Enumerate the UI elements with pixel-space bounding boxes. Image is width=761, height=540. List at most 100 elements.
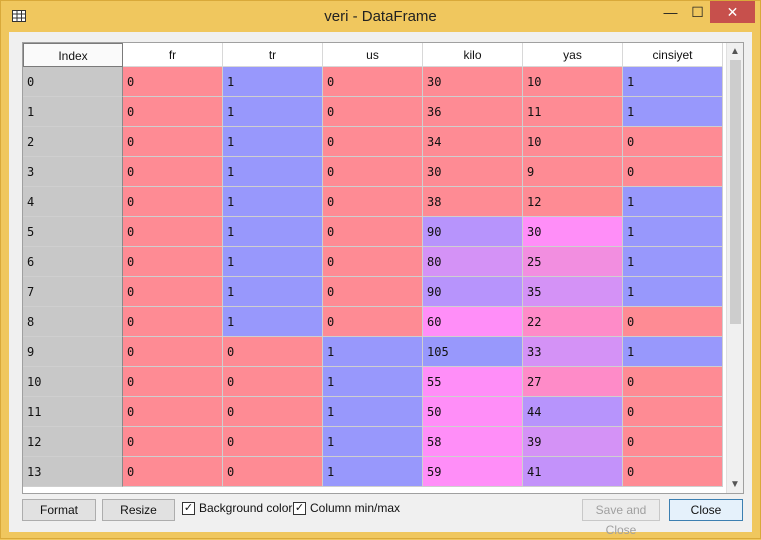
row-index-cell[interactable]: 6	[23, 247, 123, 277]
table-cell[interactable]: 1	[323, 397, 423, 427]
table-cell[interactable]: 1	[623, 67, 723, 97]
table-cell[interactable]: 11	[523, 97, 623, 127]
background-color-checkbox[interactable]: ✓ Background color	[182, 501, 292, 515]
table-cell[interactable]: 0	[623, 457, 723, 487]
vertical-scrollbar[interactable]: ▲ ▼	[726, 43, 743, 493]
scroll-up-icon[interactable]: ▲	[727, 43, 743, 60]
table-cell[interactable]: 27	[523, 367, 623, 397]
scroll-thumb[interactable]	[730, 60, 741, 324]
table-cell[interactable]: 0	[123, 67, 223, 97]
checkbox-check-icon[interactable]: ✓	[182, 501, 195, 515]
table-cell[interactable]: 33	[523, 337, 623, 367]
column-header-cinsiyet[interactable]: cinsiyet	[623, 43, 723, 67]
column-header-us[interactable]: us	[323, 43, 423, 67]
table-cell[interactable]: 0	[223, 397, 323, 427]
table-cell[interactable]: 0	[323, 307, 423, 337]
close-button[interactable]: Close	[669, 499, 743, 521]
table-cell[interactable]: 50	[423, 397, 523, 427]
table-cell[interactable]: 1	[623, 97, 723, 127]
table-cell[interactable]: 1	[623, 217, 723, 247]
table-cell[interactable]: 12	[523, 187, 623, 217]
save-and-close-button[interactable]: Save and Close	[582, 499, 660, 537]
row-index-cell[interactable]: 3	[23, 157, 123, 187]
table-cell[interactable]: 30	[523, 217, 623, 247]
checkbox-check-icon[interactable]: ✓	[293, 501, 306, 515]
format-button[interactable]: Format	[22, 499, 96, 521]
table-cell[interactable]: 35	[523, 277, 623, 307]
table-cell[interactable]: 0	[123, 157, 223, 187]
table-cell[interactable]: 0	[123, 397, 223, 427]
table-cell[interactable]: 59	[423, 457, 523, 487]
table-cell[interactable]: 60	[423, 307, 523, 337]
table-cell[interactable]: 90	[423, 217, 523, 247]
table-cell[interactable]: 1	[223, 277, 323, 307]
row-index-cell[interactable]: 11	[23, 397, 123, 427]
table-cell[interactable]: 0	[623, 307, 723, 337]
table-cell[interactable]: 0	[123, 367, 223, 397]
row-index-cell[interactable]: 5	[23, 217, 123, 247]
scroll-down-icon[interactable]: ▼	[727, 476, 743, 493]
row-index-cell[interactable]: 10	[23, 367, 123, 397]
table-cell[interactable]: 10	[523, 67, 623, 97]
column-header-fr[interactable]: fr	[123, 43, 223, 67]
table-cell[interactable]: 1	[323, 457, 423, 487]
table-cell[interactable]: 0	[623, 397, 723, 427]
table-cell[interactable]: 1	[323, 367, 423, 397]
row-index-cell[interactable]: 8	[23, 307, 123, 337]
table-cell[interactable]: 0	[223, 427, 323, 457]
column-header-tr[interactable]: tr	[223, 43, 323, 67]
row-index-cell[interactable]: 0	[23, 67, 123, 97]
table-cell[interactable]: 0	[323, 277, 423, 307]
table-cell[interactable]: 1	[223, 217, 323, 247]
table-cell[interactable]: 0	[223, 337, 323, 367]
table-cell[interactable]: 1	[223, 157, 323, 187]
table-cell[interactable]: 0	[123, 337, 223, 367]
table-cell[interactable]: 39	[523, 427, 623, 457]
table-cell[interactable]: 41	[523, 457, 623, 487]
table-cell[interactable]: 0	[323, 217, 423, 247]
table-cell[interactable]: 0	[623, 367, 723, 397]
table-cell[interactable]: 1	[623, 337, 723, 367]
table-cell[interactable]: 0	[123, 247, 223, 277]
row-index-cell[interactable]: 12	[23, 427, 123, 457]
table-cell[interactable]: 1	[223, 247, 323, 277]
column-header-yas[interactable]: yas	[523, 43, 623, 67]
table-cell[interactable]: 1	[623, 277, 723, 307]
table-cell[interactable]: 1	[223, 67, 323, 97]
table-cell[interactable]: 0	[623, 127, 723, 157]
table-cell[interactable]: 0	[123, 457, 223, 487]
minimize-button[interactable]: —	[656, 1, 685, 23]
row-index-cell[interactable]: 4	[23, 187, 123, 217]
table-cell[interactable]: 1	[223, 187, 323, 217]
table-cell[interactable]: 0	[623, 157, 723, 187]
table-cell[interactable]: 0	[323, 187, 423, 217]
table-cell[interactable]: 1	[223, 97, 323, 127]
table-cell[interactable]: 44	[523, 397, 623, 427]
maximize-button[interactable]: ☐	[683, 1, 712, 23]
table-cell[interactable]: 0	[123, 427, 223, 457]
table-cell[interactable]: 0	[323, 67, 423, 97]
resize-button[interactable]: Resize	[102, 499, 175, 521]
row-index-cell[interactable]: 2	[23, 127, 123, 157]
title-bar[interactable]: veri - DataFrame — ☐ ✕	[1, 1, 760, 32]
table-cell[interactable]: 0	[323, 157, 423, 187]
table-cell[interactable]: 36	[423, 97, 523, 127]
table-cell[interactable]: 25	[523, 247, 623, 277]
table-cell[interactable]: 0	[123, 187, 223, 217]
table-cell[interactable]: 0	[223, 457, 323, 487]
table-cell[interactable]: 10	[523, 127, 623, 157]
table-cell[interactable]: 22	[523, 307, 623, 337]
table-cell[interactable]: 0	[323, 97, 423, 127]
table-cell[interactable]: 0	[323, 127, 423, 157]
table-cell[interactable]: 0	[123, 307, 223, 337]
table-cell[interactable]: 30	[423, 67, 523, 97]
table-cell[interactable]: 1	[623, 247, 723, 277]
table-cell[interactable]: 9	[523, 157, 623, 187]
table-cell[interactable]: 1	[223, 307, 323, 337]
table-cell[interactable]: 1	[623, 187, 723, 217]
table-cell[interactable]: 1	[323, 427, 423, 457]
table-cell[interactable]: 1	[223, 127, 323, 157]
table-cell[interactable]: 0	[123, 217, 223, 247]
table-cell[interactable]: 0	[123, 277, 223, 307]
row-index-cell[interactable]: 9	[23, 337, 123, 367]
